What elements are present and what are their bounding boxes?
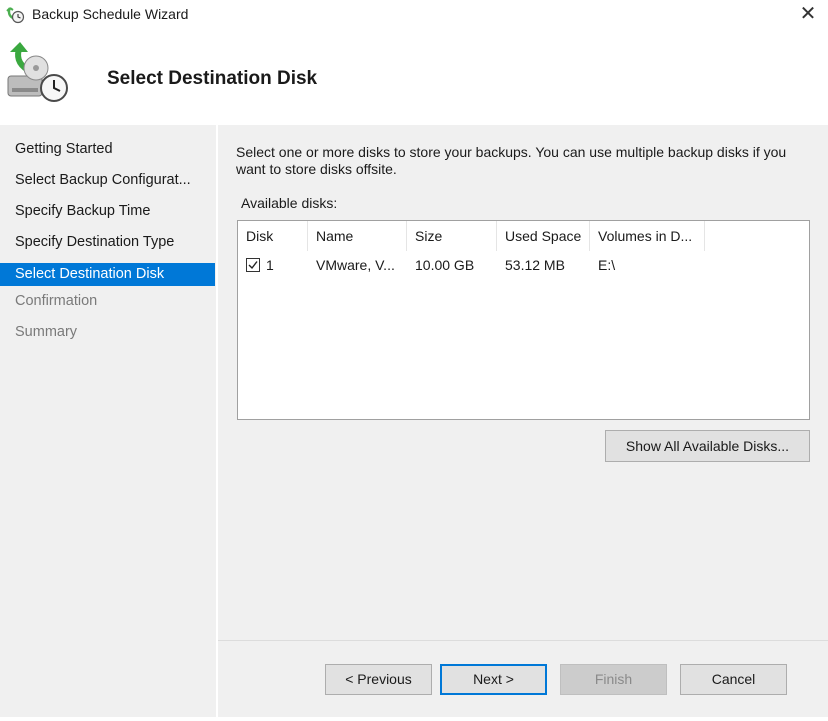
cell-size: 10.00 GB — [415, 257, 475, 273]
title-bar: Backup Schedule Wizard ✕ — [0, 0, 828, 30]
nav-step-select-backup-configuration[interactable]: Select Backup Configurat... — [0, 169, 215, 192]
wizard-header: Select Destination Disk — [0, 30, 828, 125]
wizard-steps-nav: Getting Started Select Backup Configurat… — [0, 125, 216, 717]
wizard-footer: < Previous Next > Finish Cancel — [218, 640, 828, 717]
column-header-size[interactable]: Size — [407, 221, 497, 251]
previous-button[interactable]: < Previous — [325, 664, 432, 695]
cell-disk: 1 — [266, 257, 274, 273]
wizard-content: Select one or more disks to store your b… — [218, 125, 828, 640]
close-button[interactable]: ✕ — [788, 0, 828, 30]
finish-button: Finish — [560, 664, 667, 695]
cell-name: VMware, V... — [316, 257, 395, 273]
instruction-text: Select one or more disks to store your b… — [236, 144, 787, 177]
column-header-volumes[interactable]: Volumes in D... — [590, 221, 705, 251]
column-header-name[interactable]: Name — [308, 221, 407, 251]
close-icon: ✕ — [799, 3, 817, 25]
page-title: Select Destination Disk — [107, 68, 318, 89]
nav-step-getting-started[interactable]: Getting Started — [0, 138, 215, 161]
column-header-disk[interactable]: Disk — [238, 221, 308, 251]
next-button[interactable]: Next > — [440, 664, 547, 695]
window-title: Backup Schedule Wizard — [32, 6, 189, 22]
backup-disk-clock-icon — [6, 42, 70, 106]
show-all-disks-button[interactable]: Show All Available Disks... — [605, 430, 810, 462]
column-header-used-space[interactable]: Used Space — [497, 221, 590, 251]
bottom-border — [0, 717, 828, 721]
nav-step-specify-destination-type[interactable]: Specify Destination Type — [0, 231, 215, 254]
cell-used-space: 53.12 MB — [505, 257, 565, 273]
nav-step-confirmation: Confirmation — [15, 293, 98, 309]
available-disks-label: Available disks: — [241, 195, 338, 211]
disk-list[interactable]: Disk Name Size Used Space Volumes in D..… — [237, 220, 810, 420]
nav-step-select-destination-disk[interactable]: Select Destination Disk — [0, 263, 215, 286]
nav-step-specify-backup-time[interactable]: Specify Backup Time — [0, 200, 215, 223]
nav-step-summary: Summary — [15, 324, 78, 340]
cell-volumes: E:\ — [598, 257, 616, 273]
cancel-button[interactable]: Cancel — [680, 664, 787, 695]
backup-clock-icon — [6, 6, 26, 24]
